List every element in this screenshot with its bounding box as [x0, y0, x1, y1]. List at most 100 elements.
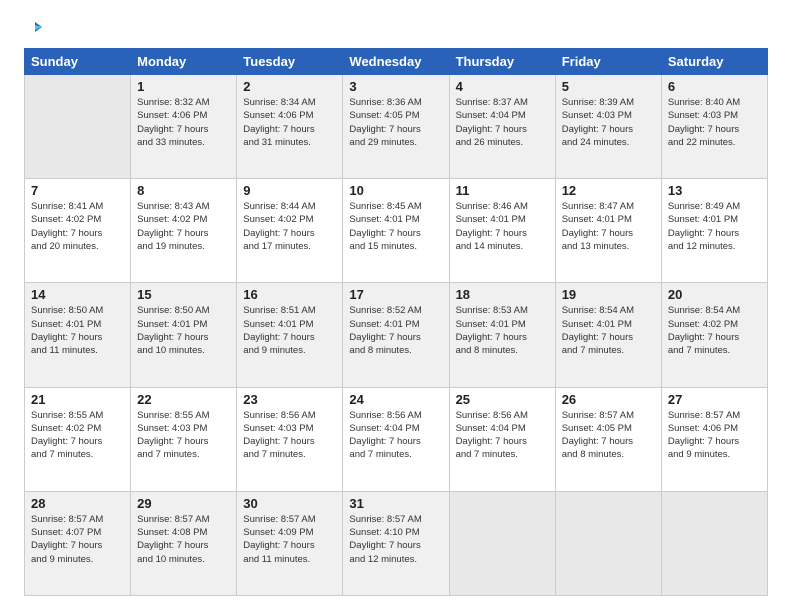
- day-number: 23: [243, 392, 336, 407]
- day-info: Sunrise: 8:51 AM Sunset: 4:01 PM Dayligh…: [243, 304, 336, 357]
- calendar-week-row: 28 Sunrise: 8:57 AM Sunset: 4:07 PM Dayli…: [25, 491, 768, 595]
- calendar-cell: 1 Sunrise: 8:32 AM Sunset: 4:06 PM Daylig…: [131, 75, 237, 179]
- day-info: Sunrise: 8:43 AM Sunset: 4:02 PM Dayligh…: [137, 200, 230, 253]
- day-number: 27: [668, 392, 761, 407]
- day-info: Sunrise: 8:47 AM Sunset: 4:01 PM Dayligh…: [562, 200, 655, 253]
- day-info: Sunrise: 8:57 AM Sunset: 4:05 PM Dayligh…: [562, 409, 655, 462]
- day-number: 14: [31, 287, 124, 302]
- day-number: 31: [349, 496, 442, 511]
- calendar-cell: 20Sunrise: 8:54 AM Sunset: 4:02 PM Dayli…: [661, 283, 767, 387]
- calendar-cell: 16 Sunrise: 8:51 AM Sunset: 4:01 PM Dayli…: [237, 283, 343, 387]
- day-info: Sunrise: 8:32 AM Sunset: 4:06 PM Dayligh…: [137, 96, 230, 149]
- day-info: Sunrise: 8:55 AM Sunset: 4:02 PM Dayligh…: [31, 409, 124, 462]
- day-number: 28: [31, 496, 124, 511]
- day-info: Sunrise: 8:54 AM Sunset: 4:01 PM Dayligh…: [562, 304, 655, 357]
- calendar-cell: 28 Sunrise: 8:57 AM Sunset: 4:07 PM Dayli…: [25, 491, 131, 595]
- day-number: 16: [243, 287, 336, 302]
- day-number: 30: [243, 496, 336, 511]
- calendar-cell: 29 Sunrise: 8:57 AM Sunset: 4:08 PM Dayli…: [131, 491, 237, 595]
- day-info: Sunrise: 8:57 AM Sunset: 4:08 PM Dayligh…: [137, 513, 230, 566]
- day-number: 25: [456, 392, 549, 407]
- calendar-cell: 10 Sunrise: 8:45 AM Sunset: 4:01 PM Dayli…: [343, 179, 449, 283]
- day-number: 1: [137, 79, 230, 94]
- calendar-cell: 3 Sunrise: 8:36 AM Sunset: 4:05 PM Daylig…: [343, 75, 449, 179]
- calendar-header-wednesday: Wednesday: [343, 49, 449, 75]
- calendar-cell: 2Sunrise: 8:34 AM Sunset: 4:06 PM Daylig…: [237, 75, 343, 179]
- day-info: Sunrise: 8:57 AM Sunset: 4:09 PM Dayligh…: [243, 513, 336, 566]
- day-info: Sunrise: 8:36 AM Sunset: 4:05 PM Dayligh…: [349, 96, 442, 149]
- day-number: 10: [349, 183, 442, 198]
- day-info: Sunrise: 8:39 AM Sunset: 4:03 PM Dayligh…: [562, 96, 655, 149]
- calendar-cell: 30 Sunrise: 8:57 AM Sunset: 4:09 PM Dayli…: [237, 491, 343, 595]
- calendar-week-row: 21Sunrise: 8:55 AM Sunset: 4:02 PM Dayli…: [25, 387, 768, 491]
- calendar-week-row: 7 Sunrise: 8:41 AM Sunset: 4:02 PM Daylig…: [25, 179, 768, 283]
- day-number: 26: [562, 392, 655, 407]
- calendar-cell: [661, 491, 767, 595]
- day-info: Sunrise: 8:52 AM Sunset: 4:01 PM Dayligh…: [349, 304, 442, 357]
- calendar-table: SundayMondayTuesdayWednesdayThursdayFrid…: [24, 48, 768, 596]
- calendar-cell: 24Sunrise: 8:56 AM Sunset: 4:04 PM Dayli…: [343, 387, 449, 491]
- calendar-cell: 7 Sunrise: 8:41 AM Sunset: 4:02 PM Daylig…: [25, 179, 131, 283]
- day-number: 15: [137, 287, 230, 302]
- calendar-cell: 19Sunrise: 8:54 AM Sunset: 4:01 PM Dayli…: [555, 283, 661, 387]
- calendar-cell: 22 Sunrise: 8:55 AM Sunset: 4:03 PM Dayli…: [131, 387, 237, 491]
- calendar-cell: 4Sunrise: 8:37 AM Sunset: 4:04 PM Daylig…: [449, 75, 555, 179]
- calendar-cell: 9 Sunrise: 8:44 AM Sunset: 4:02 PM Daylig…: [237, 179, 343, 283]
- day-info: Sunrise: 8:56 AM Sunset: 4:04 PM Dayligh…: [456, 409, 549, 462]
- day-info: Sunrise: 8:46 AM Sunset: 4:01 PM Dayligh…: [456, 200, 549, 253]
- day-number: 9: [243, 183, 336, 198]
- calendar-cell: 26 Sunrise: 8:57 AM Sunset: 4:05 PM Dayli…: [555, 387, 661, 491]
- calendar-cell: 6Sunrise: 8:40 AM Sunset: 4:03 PM Daylig…: [661, 75, 767, 179]
- day-info: Sunrise: 8:57 AM Sunset: 4:07 PM Dayligh…: [31, 513, 124, 566]
- day-info: Sunrise: 8:40 AM Sunset: 4:03 PM Dayligh…: [668, 96, 761, 149]
- day-info: Sunrise: 8:34 AM Sunset: 4:06 PM Dayligh…: [243, 96, 336, 149]
- day-info: Sunrise: 8:56 AM Sunset: 4:04 PM Dayligh…: [349, 409, 442, 462]
- calendar-cell: 21Sunrise: 8:55 AM Sunset: 4:02 PM Dayli…: [25, 387, 131, 491]
- day-info: Sunrise: 8:44 AM Sunset: 4:02 PM Dayligh…: [243, 200, 336, 253]
- calendar-header-tuesday: Tuesday: [237, 49, 343, 75]
- calendar-header-friday: Friday: [555, 49, 661, 75]
- calendar-cell: 25 Sunrise: 8:56 AM Sunset: 4:04 PM Dayli…: [449, 387, 555, 491]
- calendar-cell: 14Sunrise: 8:50 AM Sunset: 4:01 PM Dayli…: [25, 283, 131, 387]
- calendar-cell: [555, 491, 661, 595]
- calendar-cell: 5 Sunrise: 8:39 AM Sunset: 4:03 PM Daylig…: [555, 75, 661, 179]
- day-number: 4: [456, 79, 549, 94]
- calendar-cell: 12 Sunrise: 8:47 AM Sunset: 4:01 PM Dayli…: [555, 179, 661, 283]
- day-number: 11: [456, 183, 549, 198]
- day-number: 18: [456, 287, 549, 302]
- day-info: Sunrise: 8:57 AM Sunset: 4:10 PM Dayligh…: [349, 513, 442, 566]
- calendar-header-saturday: Saturday: [661, 49, 767, 75]
- day-info: Sunrise: 8:57 AM Sunset: 4:06 PM Dayligh…: [668, 409, 761, 462]
- day-number: 13: [668, 183, 761, 198]
- header: [24, 20, 768, 38]
- day-info: Sunrise: 8:45 AM Sunset: 4:01 PM Dayligh…: [349, 200, 442, 253]
- day-info: Sunrise: 8:53 AM Sunset: 4:01 PM Dayligh…: [456, 304, 549, 357]
- day-info: Sunrise: 8:55 AM Sunset: 4:03 PM Dayligh…: [137, 409, 230, 462]
- calendar-cell: 8 Sunrise: 8:43 AM Sunset: 4:02 PM Daylig…: [131, 179, 237, 283]
- page: SundayMondayTuesdayWednesdayThursdayFrid…: [0, 0, 792, 612]
- logo: [24, 20, 44, 38]
- calendar-cell: 27 Sunrise: 8:57 AM Sunset: 4:06 PM Dayli…: [661, 387, 767, 491]
- day-info: Sunrise: 8:49 AM Sunset: 4:01 PM Dayligh…: [668, 200, 761, 253]
- day-number: 29: [137, 496, 230, 511]
- calendar-week-row: 1 Sunrise: 8:32 AM Sunset: 4:06 PM Daylig…: [25, 75, 768, 179]
- day-info: Sunrise: 8:41 AM Sunset: 4:02 PM Dayligh…: [31, 200, 124, 253]
- day-info: Sunrise: 8:54 AM Sunset: 4:02 PM Dayligh…: [668, 304, 761, 357]
- calendar-cell: 11 Sunrise: 8:46 AM Sunset: 4:01 PM Dayli…: [449, 179, 555, 283]
- day-number: 12: [562, 183, 655, 198]
- day-number: 5: [562, 79, 655, 94]
- calendar-cell: 31 Sunrise: 8:57 AM Sunset: 4:10 PM Dayli…: [343, 491, 449, 595]
- calendar-cell: 13 Sunrise: 8:49 AM Sunset: 4:01 PM Dayli…: [661, 179, 767, 283]
- day-info: Sunrise: 8:50 AM Sunset: 4:01 PM Dayligh…: [137, 304, 230, 357]
- calendar-header-monday: Monday: [131, 49, 237, 75]
- calendar-header-sunday: Sunday: [25, 49, 131, 75]
- day-info: Sunrise: 8:56 AM Sunset: 4:03 PM Dayligh…: [243, 409, 336, 462]
- day-number: 22: [137, 392, 230, 407]
- day-number: 17: [349, 287, 442, 302]
- calendar-cell: 18 Sunrise: 8:53 AM Sunset: 4:01 PM Dayli…: [449, 283, 555, 387]
- day-number: 3: [349, 79, 442, 94]
- calendar-cell: 17 Sunrise: 8:52 AM Sunset: 4:01 PM Dayli…: [343, 283, 449, 387]
- calendar-cell: 23 Sunrise: 8:56 AM Sunset: 4:03 PM Dayli…: [237, 387, 343, 491]
- day-number: 7: [31, 183, 124, 198]
- day-number: 8: [137, 183, 230, 198]
